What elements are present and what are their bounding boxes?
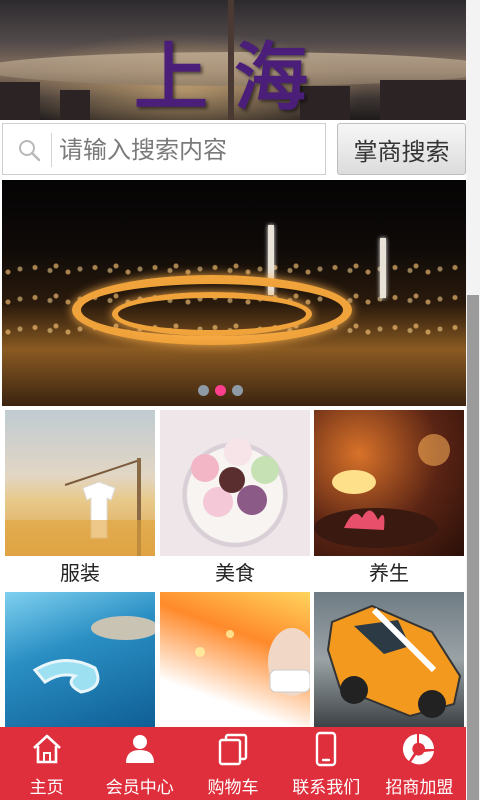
banner-building xyxy=(0,82,40,120)
clothing-image[interactable] xyxy=(5,410,155,556)
search-box xyxy=(2,123,326,175)
tab-label: 主页 xyxy=(29,778,64,798)
category-clothing[interactable]: 服装 xyxy=(5,410,155,590)
clothing-illustration xyxy=(5,458,155,556)
beauty-image[interactable] xyxy=(160,592,310,727)
header-banner: 上海 xyxy=(0,0,466,120)
health-image[interactable] xyxy=(314,410,464,556)
category-food[interactable]: 美食 xyxy=(160,410,310,590)
tab-home[interactable]: 主页 xyxy=(0,727,93,800)
banner-title: 上海 xyxy=(134,35,334,120)
category-travel[interactable] xyxy=(5,592,155,727)
tab-member-center[interactable]: 会员中心 xyxy=(93,727,186,800)
search-divider xyxy=(51,133,52,167)
image-slider[interactable] xyxy=(2,180,466,406)
tab-label: 会员中心 xyxy=(105,778,174,798)
tab-label: 购物车 xyxy=(207,778,259,798)
member-icon xyxy=(125,735,154,763)
tab-partner[interactable]: 招商加盟 xyxy=(373,727,466,800)
sea-illustration xyxy=(32,616,155,694)
category-car[interactable] xyxy=(314,592,464,727)
category-label[interactable]: 美食 xyxy=(160,556,310,590)
category-label[interactable]: 服装 xyxy=(5,556,155,590)
home-icon xyxy=(32,734,61,764)
health-illustration xyxy=(314,434,450,548)
car-illustration xyxy=(326,604,462,718)
slider-bridge-pylon xyxy=(380,238,386,298)
car-image[interactable] xyxy=(314,592,464,727)
scrollbar-thumb[interactable] xyxy=(467,295,479,800)
tab-cart[interactable]: 购物车 xyxy=(186,727,279,800)
slider-dot[interactable] xyxy=(198,385,209,396)
search-input[interactable] xyxy=(59,130,321,170)
category-label[interactable]: 养生 xyxy=(314,556,464,590)
sea-image[interactable] xyxy=(5,592,155,727)
banner-building xyxy=(60,90,90,120)
search-bar: 掌商搜索 xyxy=(0,120,466,178)
phone-icon xyxy=(316,731,337,767)
slider-dot-active[interactable] xyxy=(215,385,226,396)
category-health[interactable]: 养生 xyxy=(314,410,464,590)
slider-dots xyxy=(198,385,243,396)
partner-icon xyxy=(403,734,435,765)
tab-contact[interactable]: 联系我们 xyxy=(280,727,373,800)
slider-dot[interactable] xyxy=(232,385,243,396)
food-illustration xyxy=(191,438,279,517)
tab-label: 招商加盟 xyxy=(385,778,454,798)
beauty-illustration xyxy=(195,628,310,696)
tab-label: 联系我们 xyxy=(292,778,361,798)
search-icon xyxy=(19,140,41,162)
slider-interchange-ring xyxy=(112,292,312,336)
category-beauty[interactable] xyxy=(160,592,310,727)
banner-building xyxy=(380,80,466,120)
food-image[interactable] xyxy=(160,410,310,556)
search-button[interactable]: 掌商搜索 xyxy=(337,123,466,175)
bottom-tab-bar: 主页 会员中心 购物车 联系我们 招商加盟 xyxy=(0,727,466,800)
cart-icon xyxy=(218,733,248,766)
